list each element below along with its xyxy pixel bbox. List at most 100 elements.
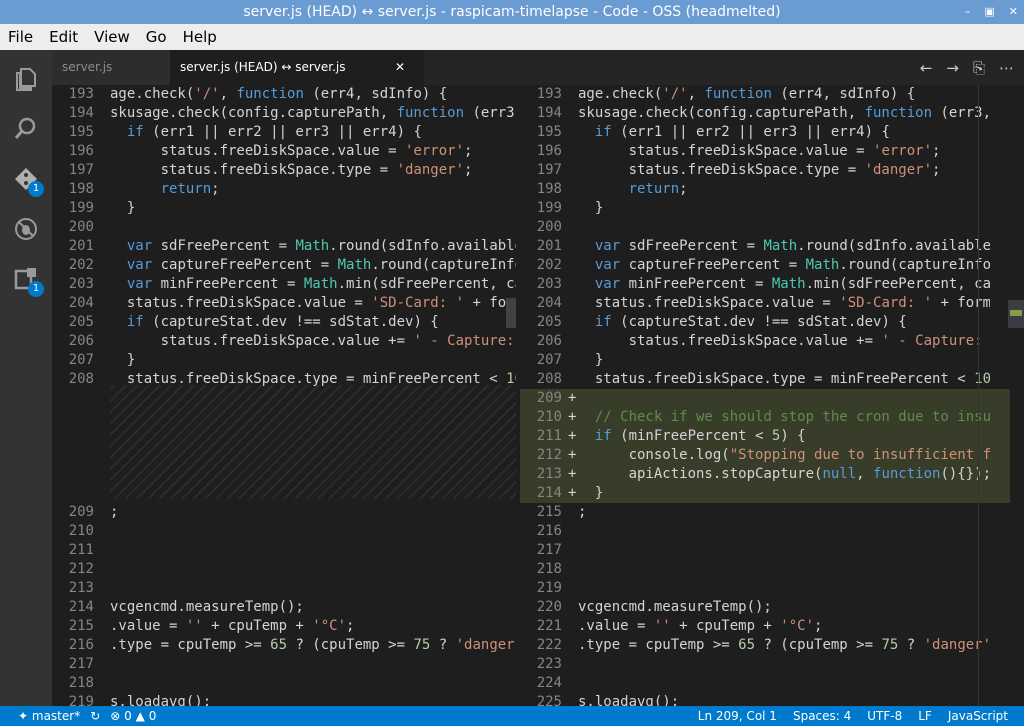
code-line[interactable]: 205 if (captureStat.dev !== sdStat.dev) … [520, 313, 1024, 332]
code-line[interactable]: 195 if (err1 || err2 || err3 || err4) { [52, 123, 520, 142]
code-line[interactable]: 212 [52, 560, 520, 579]
code-line[interactable]: 213 [52, 579, 520, 598]
maximize-button[interactable]: ▣ [984, 0, 994, 24]
source-control-button[interactable]: 1 [0, 156, 52, 202]
code-line[interactable]: 201 var sdFreePercent = Math.round(sdInf… [520, 237, 1024, 256]
code-line[interactable]: 214 vcgencmd.measureTemp(); [52, 598, 520, 617]
modified-pane[interactable]: 193 age.check('/', function (err4, sdInfo… [520, 85, 1024, 706]
encoding[interactable]: UTF-8 [867, 706, 902, 726]
code-line[interactable]: 194 skusage.check(config.capturePath, fun… [52, 104, 520, 123]
code-line[interactable]: 201 var sdFreePercent = Math.round(sdInf… [52, 237, 520, 256]
code-line[interactable]: 219 [520, 579, 1024, 598]
code-line[interactable]: 222 .type = cpuTemp >= 65 ? (cpuTemp >= 7… [520, 636, 1024, 655]
code-line[interactable]: 223 [520, 655, 1024, 674]
code-line[interactable]: 221 .value = '' + cpuTemp + '°C'; [520, 617, 1024, 636]
code-text: var minFreePercent = Math.min(sdFreePerc… [126, 276, 518, 292]
explorer-button[interactable] [0, 56, 52, 102]
code-line[interactable]: 208 status.freeDiskSpace.type = minFreeP… [52, 370, 520, 389]
code-line[interactable]: 208 status.freeDiskSpace.type = minFreeP… [520, 370, 1024, 389]
code-line[interactable]: 200 [520, 218, 1024, 237]
code-line[interactable]: 198 return; [52, 180, 520, 199]
menu-file[interactable]: File [6, 28, 35, 46]
code-line[interactable]: 199 } [52, 199, 520, 218]
code-line[interactable]: 219 s.loadavg(); [52, 693, 520, 706]
code-line[interactable]: 193 age.check('/', function (err4, sdInfo… [520, 85, 1024, 104]
code-line[interactable]: 217 [520, 541, 1024, 560]
code-line[interactable]: 198 return; [520, 180, 1024, 199]
window-titlebar: server.js (HEAD) ↔ server.js - raspicam-… [0, 0, 1024, 24]
left-scroll-indicator[interactable] [506, 298, 516, 328]
code-line[interactable]: 209; [52, 503, 520, 522]
code-line[interactable]: 209 + [520, 389, 1024, 408]
code-line[interactable]: 199 } [520, 199, 1024, 218]
code-line[interactable]: 193 age.check('/', function (err4, sdInfo… [52, 85, 520, 104]
code-line[interactable]: 197 status.freeDiskSpace.type = 'danger'… [520, 161, 1024, 180]
indentation[interactable]: Spaces: 4 [793, 706, 851, 726]
code-line[interactable]: 225 s.loadavg(); [520, 693, 1024, 706]
code-line[interactable]: 215; [520, 503, 1024, 522]
code-line[interactable]: 211 + if (minFreePercent < 5) { [520, 427, 1024, 446]
code-line[interactable]: 211 [52, 541, 520, 560]
code-line[interactable]: 218 [520, 560, 1024, 579]
code-line[interactable]: 204 status.freeDiskSpace.value = 'SD-Car… [520, 294, 1024, 313]
menu-help[interactable]: Help [181, 28, 219, 46]
debug-button[interactable] [0, 206, 52, 252]
code-line[interactable]: 216 .type = cpuTemp >= 65 ? (cpuTemp >= 7… [52, 636, 520, 655]
menu-go[interactable]: Go [144, 28, 169, 46]
previous-change-icon[interactable]: ← [920, 59, 933, 77]
code-line[interactable]: 206 status.freeDiskSpace.value += ' - Ca… [52, 332, 520, 351]
more-actions-icon[interactable]: ⋯ [999, 59, 1014, 77]
minimize-button[interactable]: – [965, 0, 971, 24]
right-scrollbar[interactable] [1010, 85, 1024, 706]
code-line[interactable]: 220 vcgencmd.measureTemp(); [520, 598, 1024, 617]
diff-editor[interactable]: 193 age.check('/', function (err4, sdInfo… [52, 85, 1024, 706]
menu-edit[interactable]: Edit [47, 28, 80, 46]
code-line[interactable]: 212 + console.log("Stopping due to insuff… [520, 446, 1024, 465]
code-line[interactable]: 207 } [520, 351, 1024, 370]
close-window-button[interactable]: ✕ [1009, 0, 1018, 24]
code-line[interactable]: 204 status.freeDiskSpace.value = 'SD-Car… [52, 294, 520, 313]
code-line[interactable]: 197 status.freeDiskSpace.type = 'danger'… [52, 161, 520, 180]
code-line[interactable]: 202 var captureFreePercent = Math.round(… [520, 256, 1024, 275]
branch-indicator[interactable]: ✦ master* [18, 706, 80, 726]
line-ending[interactable]: LF [918, 706, 932, 726]
menu-view[interactable]: View [92, 28, 132, 46]
code-line[interactable]: 210 [52, 522, 520, 541]
code-line[interactable]: 200 [52, 218, 520, 237]
code-line[interactable]: 216 [520, 522, 1024, 541]
line-number: 210 [536, 409, 562, 425]
code-line[interactable]: 213 + apiActions.stopCapture(null, functi… [520, 465, 1024, 484]
sync-icon[interactable]: ↻ [90, 706, 100, 726]
tab-server-js-diff[interactable]: server.js (HEAD) ↔ server.js ✕ [170, 50, 424, 85]
open-file-icon[interactable]: ⎘ [973, 59, 985, 77]
code-text: skusage.check(config.capturePath, functi… [110, 105, 518, 121]
problems-indicator[interactable]: ⊗ 0 ▲ 0 [110, 706, 156, 726]
pane-divider[interactable] [516, 85, 520, 706]
code-line[interactable]: 215 .value = '' + cpuTemp + '°C'; [52, 617, 520, 636]
code-line[interactable]: 203 var minFreePercent = Math.min(sdFree… [52, 275, 520, 294]
code-line[interactable]: 196 status.freeDiskSpace.value = 'error'… [52, 142, 520, 161]
extensions-button[interactable]: 1 [0, 256, 52, 302]
code-line[interactable]: 205 if (captureStat.dev !== sdStat.dev) … [52, 313, 520, 332]
code-line[interactable]: 203 var minFreePercent = Math.min(sdFree… [520, 275, 1024, 294]
next-change-icon[interactable]: → [946, 59, 959, 77]
code-line[interactable]: 217 [52, 655, 520, 674]
code-line[interactable]: 210 + // Check if we should stop the cron… [520, 408, 1024, 427]
cursor-position[interactable]: Ln 209, Col 1 [698, 706, 777, 726]
code-line[interactable]: 214 + } [520, 484, 1024, 503]
close-tab-icon[interactable]: ✕ [395, 50, 405, 85]
code-line[interactable]: 218 [52, 674, 520, 693]
line-number: 197 [536, 162, 562, 178]
tab-server-js[interactable]: server.js [52, 50, 170, 85]
code-line[interactable]: 207 } [52, 351, 520, 370]
language-mode[interactable]: JavaScript [948, 706, 1008, 726]
code-line[interactable]: 196 status.freeDiskSpace.value = 'error'… [520, 142, 1024, 161]
code-line[interactable]: 194 skusage.check(config.capturePath, fun… [520, 104, 1024, 123]
code-line[interactable]: 224 [520, 674, 1024, 693]
code-line[interactable]: 195 if (err1 || err2 || err3 || err4) { [520, 123, 1024, 142]
code-line[interactable]: 202 var captureFreePercent = Math.round(… [52, 256, 520, 275]
code-line[interactable]: 206 status.freeDiskSpace.value += ' - Ca… [520, 332, 1024, 351]
menu-bar: File Edit View Go Help [0, 24, 1024, 50]
search-button[interactable] [0, 106, 52, 152]
original-pane[interactable]: 193 age.check('/', function (err4, sdInfo… [52, 85, 520, 706]
